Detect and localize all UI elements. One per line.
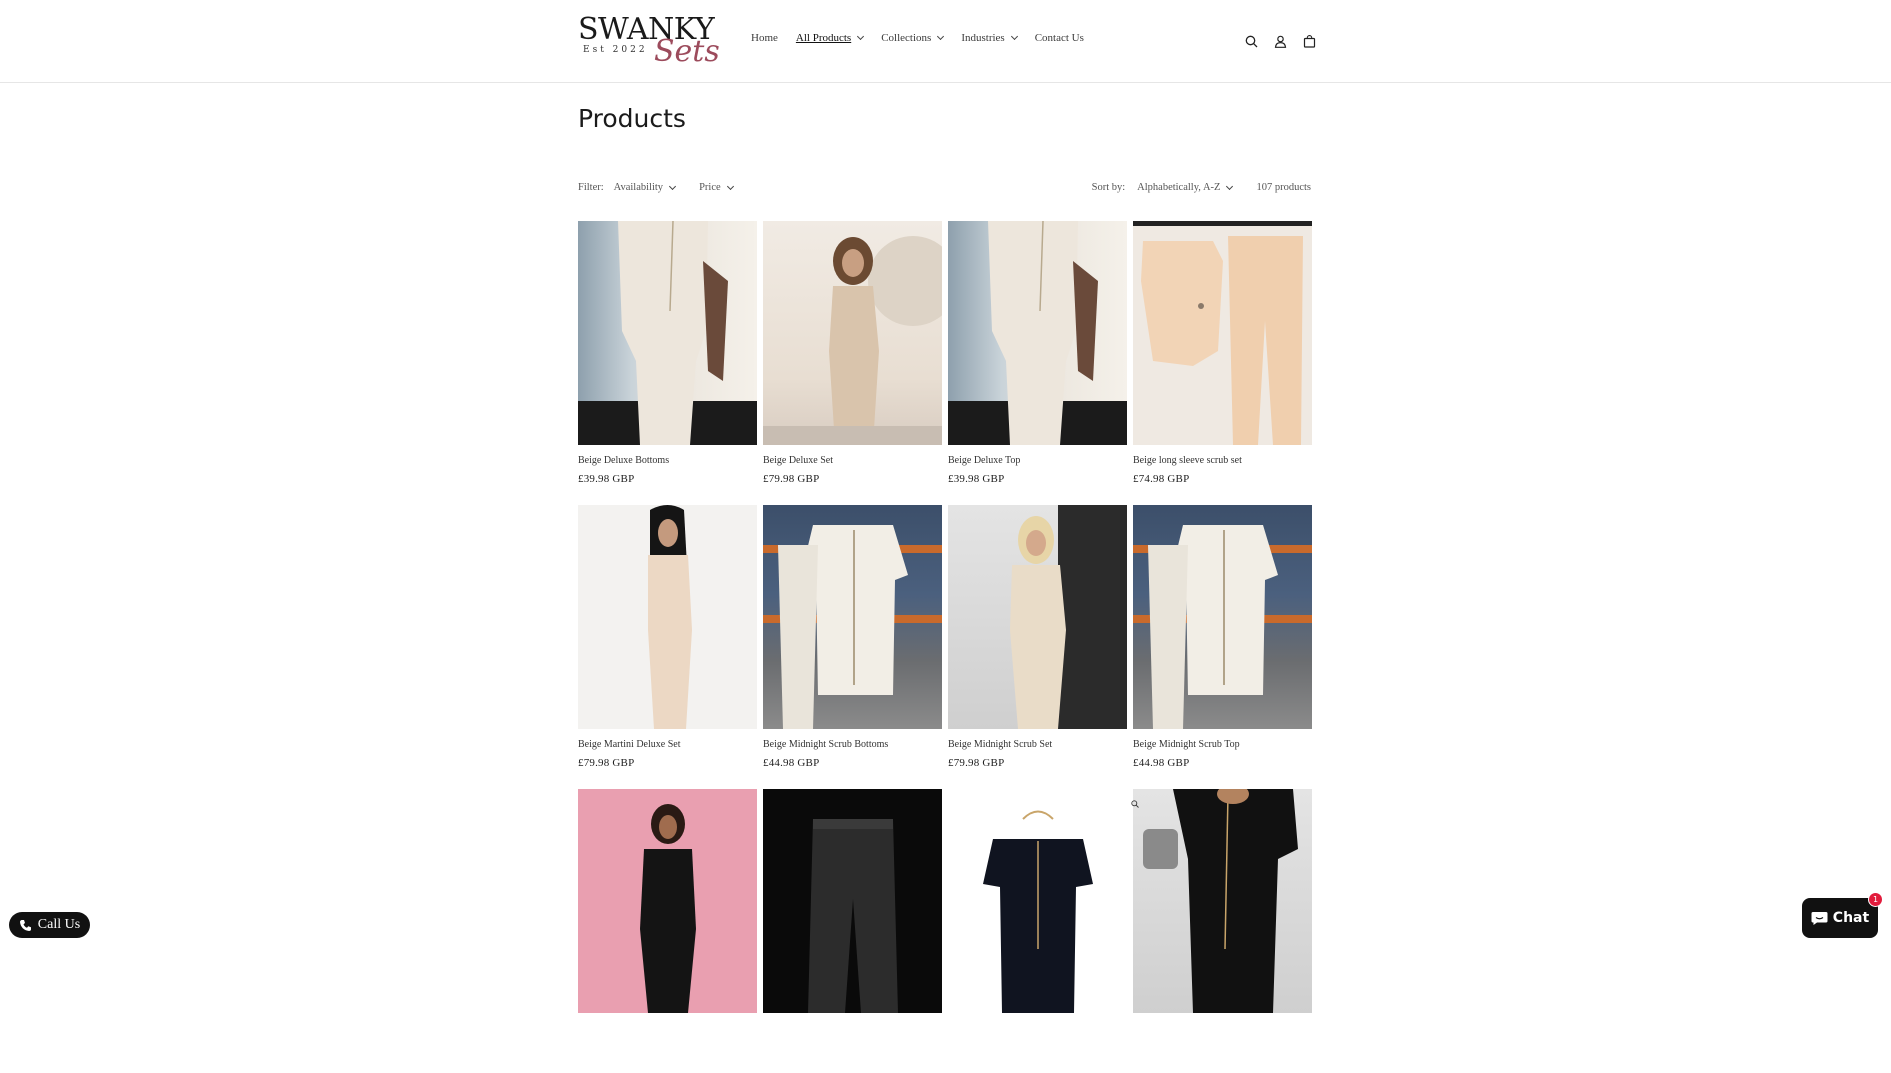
product-image[interactable] bbox=[763, 221, 942, 445]
sort-select[interactable]: Alphabetically, A-Z bbox=[1137, 182, 1234, 193]
nav-industries-label: Industries bbox=[961, 32, 1005, 44]
product-image[interactable] bbox=[578, 505, 757, 729]
product-price: £79.98 GBP bbox=[578, 757, 635, 769]
page-title: Products bbox=[578, 104, 686, 133]
chevron-down-icon bbox=[726, 182, 734, 190]
product-name[interactable] bbox=[578, 1023, 757, 1035]
call-us-label: Call Us bbox=[37, 917, 81, 932]
nav-contact-us-label: Contact Us bbox=[1034, 32, 1084, 44]
filter-bar: Filter: Availability Price Sort by: Alph… bbox=[578, 182, 1311, 196]
zoom-icon[interactable] bbox=[1131, 793, 1139, 812]
product-name[interactable]: Beige Midnight Scrub Bottoms bbox=[763, 739, 942, 751]
product-card[interactable]: Beige long sleeve scrub set £74.98 GBP bbox=[1133, 221, 1312, 505]
cart-icon[interactable] bbox=[1295, 32, 1324, 50]
product-name[interactable]: Beige Deluxe Bottoms bbox=[578, 455, 757, 467]
product-image[interactable] bbox=[763, 505, 942, 729]
product-image[interactable] bbox=[1133, 789, 1312, 1013]
product-image[interactable] bbox=[948, 505, 1127, 729]
product-price: £44.98 GBP bbox=[1133, 757, 1190, 769]
product-name[interactable]: Beige Deluxe Top bbox=[948, 455, 1127, 467]
product-card[interactable]: Beige Deluxe Top £39.98 GBP bbox=[948, 221, 1127, 505]
nav-collections[interactable]: Collections bbox=[881, 32, 945, 44]
product-card[interactable]: Beige Midnight Scrub Bottoms £44.98 GBP bbox=[763, 505, 942, 789]
chevron-down-icon bbox=[1226, 182, 1234, 190]
chevron-down-icon bbox=[669, 182, 677, 190]
header-icons bbox=[1237, 32, 1324, 50]
product-grid: Beige Deluxe Bottoms £39.98 GBP Beige De… bbox=[578, 221, 1312, 1073]
chevron-down-icon bbox=[857, 32, 865, 41]
product-card[interactable] bbox=[948, 789, 1127, 1073]
product-price: £39.98 GBP bbox=[948, 473, 1005, 485]
product-image[interactable] bbox=[578, 789, 757, 1013]
product-card[interactable]: Beige Deluxe Bottoms £39.98 GBP bbox=[578, 221, 757, 505]
nav-collections-label: Collections bbox=[881, 32, 932, 44]
nav-industries[interactable]: Industries bbox=[961, 32, 1018, 44]
product-image[interactable] bbox=[948, 789, 1127, 1013]
product-name[interactable]: Beige long sleeve scrub set bbox=[1133, 455, 1312, 467]
product-card[interactable]: Beige Martini Deluxe Set £79.98 GBP bbox=[578, 505, 757, 789]
product-price: £74.98 GBP bbox=[1133, 473, 1190, 485]
nav-all-products[interactable]: All Products bbox=[795, 32, 865, 44]
nav-all-products-label: All Products bbox=[795, 32, 852, 44]
product-name[interactable]: Beige Martini Deluxe Set bbox=[578, 739, 757, 751]
site-header: SWANKY Est 2022 Sets Home All Products C… bbox=[0, 0, 1891, 83]
product-card[interactable] bbox=[1133, 789, 1312, 1073]
nav-home[interactable]: Home bbox=[751, 32, 778, 44]
filter-price-label: Price bbox=[699, 182, 721, 193]
brand-est: Est 2022 bbox=[583, 45, 648, 55]
product-count: 107 products bbox=[1256, 182, 1311, 193]
product-image[interactable] bbox=[1133, 221, 1312, 445]
sort-value: Alphabetically, A-Z bbox=[1137, 182, 1221, 193]
chat-button[interactable]: Chat bbox=[1802, 898, 1878, 938]
product-name[interactable]: Beige Midnight Scrub Top bbox=[1133, 739, 1312, 751]
product-image[interactable] bbox=[1133, 505, 1312, 729]
phone-icon bbox=[19, 919, 32, 932]
filter-availability-label: Availability bbox=[613, 182, 664, 193]
product-name[interactable]: Beige Deluxe Set bbox=[763, 455, 942, 467]
main-nav: Home All Products Collections Industries… bbox=[751, 32, 1102, 44]
brand-script: Sets bbox=[654, 34, 720, 69]
product-card[interactable]: Beige Deluxe Set £79.98 GBP bbox=[763, 221, 942, 505]
product-price: £79.98 GBP bbox=[948, 757, 1005, 769]
product-name[interactable] bbox=[1133, 1023, 1312, 1035]
product-card[interactable]: Beige Midnight Scrub Set £79.98 GBP bbox=[948, 505, 1127, 789]
product-price: £79.98 GBP bbox=[763, 473, 820, 485]
product-image[interactable] bbox=[948, 221, 1127, 445]
filter-group: Filter: Availability Price bbox=[578, 182, 757, 193]
chat-label: Chat bbox=[1832, 910, 1870, 926]
filter-price[interactable]: Price bbox=[699, 182, 734, 193]
filter-label: Filter: bbox=[578, 182, 604, 193]
nav-home-label: Home bbox=[751, 32, 778, 44]
product-name[interactable]: Beige Midnight Scrub Set bbox=[948, 739, 1127, 751]
brand-logo[interactable]: SWANKY Est 2022 Sets bbox=[578, 13, 726, 69]
chat-notification-badge: 1 bbox=[1868, 892, 1883, 907]
search-icon[interactable] bbox=[1237, 32, 1266, 50]
filter-availability[interactable]: Availability bbox=[613, 182, 677, 193]
chevron-down-icon bbox=[937, 32, 945, 41]
account-icon[interactable] bbox=[1266, 32, 1295, 50]
product-price: £39.98 GBP bbox=[578, 473, 635, 485]
product-card[interactable] bbox=[578, 789, 757, 1073]
chat-bubble-icon bbox=[1811, 911, 1828, 926]
product-name[interactable] bbox=[763, 1023, 942, 1035]
call-us-button[interactable]: Call Us bbox=[9, 912, 90, 938]
product-image[interactable] bbox=[763, 789, 942, 1013]
product-image[interactable] bbox=[578, 221, 757, 445]
product-card[interactable] bbox=[763, 789, 942, 1073]
product-price: £44.98 GBP bbox=[763, 757, 820, 769]
sort-group: Sort by: Alphabetically, A-Z 107 product… bbox=[1092, 182, 1311, 193]
product-card[interactable]: Beige Midnight Scrub Top £44.98 GBP bbox=[1133, 505, 1312, 789]
product-name[interactable] bbox=[948, 1023, 1127, 1035]
sort-label: Sort by: bbox=[1091, 182, 1126, 193]
nav-contact-us[interactable]: Contact Us bbox=[1035, 32, 1084, 44]
chevron-down-icon bbox=[1010, 32, 1018, 41]
